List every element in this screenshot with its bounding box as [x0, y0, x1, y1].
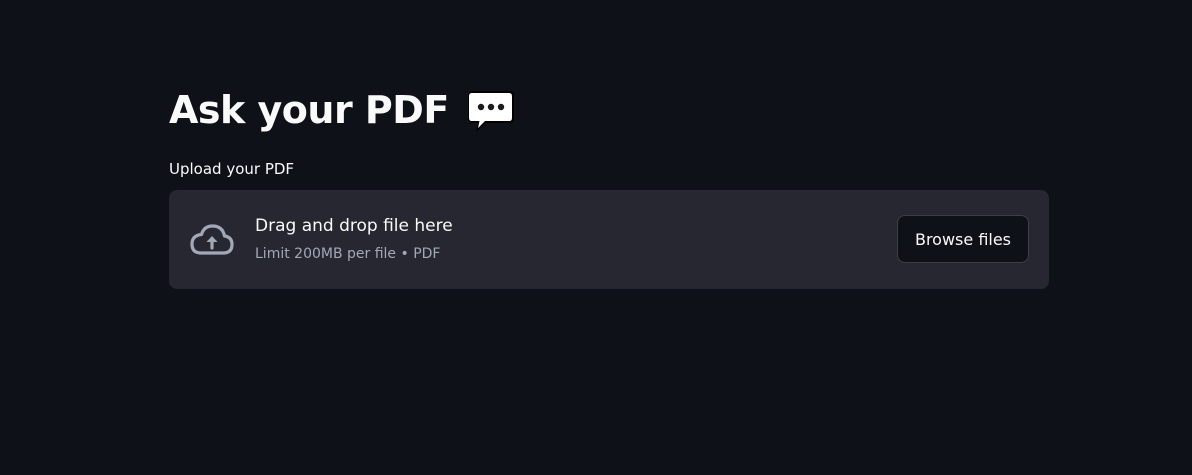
dropzone-limit: Limit 200MB per file • PDF	[255, 246, 441, 262]
browse-files-button[interactable]: Browse files	[897, 215, 1029, 263]
cloud-upload-icon	[188, 222, 236, 258]
uploader-label: Upload your PDF	[169, 160, 295, 178]
dropzone-title: Drag and drop file here	[255, 216, 453, 236]
file-dropzone[interactable]: Drag and drop file here Limit 200MB per …	[169, 190, 1049, 289]
speech-balloon-icon	[466, 89, 516, 135]
dropzone-instructions: Drag and drop file here Limit 200MB per …	[255, 214, 453, 264]
page-title: Ask your PDF	[169, 88, 449, 132]
title-row: Ask your PDF	[169, 84, 516, 136]
